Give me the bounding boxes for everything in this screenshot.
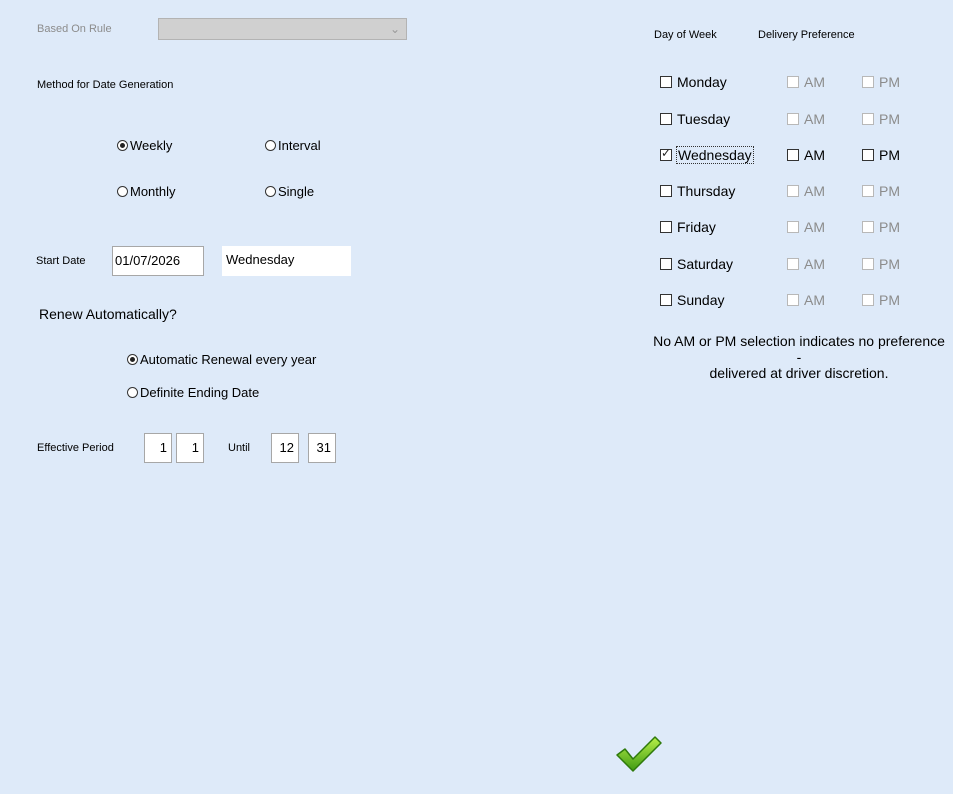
checkbox-icon (660, 221, 672, 233)
checkbox-icon (660, 76, 672, 88)
checkbox-icon (787, 113, 799, 125)
effective-period-label: Effective Period (37, 442, 114, 454)
checkbox-icon (660, 294, 672, 306)
based-on-rule-label: Based On Rule (37, 23, 112, 35)
saturday-am-checkbox: AM (787, 256, 825, 272)
sunday-checkbox[interactable]: Sunday (660, 292, 724, 308)
radio-selected-icon (117, 140, 128, 151)
based-on-rule-dropdown[interactable]: ⌄ (158, 18, 407, 40)
chevron-down-icon: ⌄ (389, 22, 400, 36)
interval-radio[interactable]: Interval (265, 138, 321, 153)
checkbox-icon (862, 258, 874, 270)
wednesday-pm-checkbox[interactable]: PM (862, 147, 900, 163)
monday-pm-checkbox: PM (862, 74, 900, 90)
saturday-pm-checkbox: PM (862, 256, 900, 272)
friday-am-checkbox: AM (787, 219, 825, 235)
saturday-checkbox[interactable]: Saturday (660, 256, 733, 272)
monday-checkbox[interactable]: Monday (660, 74, 727, 90)
start-weekday-display: Wednesday (222, 246, 351, 276)
friday-checkbox[interactable]: Friday (660, 219, 716, 235)
start-date-input[interactable]: 01/07/2026 (112, 246, 204, 276)
renew-label: Renew Automatically? (39, 306, 177, 322)
friday-pm-checkbox: PM (862, 219, 900, 235)
confirm-button[interactable] (615, 735, 663, 773)
checkbox-icon (862, 76, 874, 88)
green-checkmark-icon (616, 736, 662, 772)
monday-am-checkbox: AM (787, 74, 825, 90)
checkbox-icon (787, 185, 799, 197)
wednesday-am-checkbox[interactable]: AM (787, 147, 825, 163)
tuesday-checkbox[interactable]: Tuesday (660, 111, 730, 127)
checkbox-checked-icon (660, 146, 672, 161)
wednesday-checkbox[interactable]: Wednesday (660, 146, 754, 164)
day-of-week-header: Day of Week (654, 29, 717, 41)
checkbox-icon (660, 113, 672, 125)
checkbox-icon (862, 113, 874, 125)
thursday-checkbox[interactable]: Thursday (660, 183, 735, 199)
radio-icon (265, 186, 276, 197)
to-day-input[interactable]: 31 (308, 433, 336, 463)
sunday-pm-checkbox: PM (862, 292, 900, 308)
until-label: Until (228, 442, 251, 454)
single-radio[interactable]: Single (265, 184, 314, 199)
automatic-renewal-radio[interactable]: Automatic Renewal every year (127, 352, 316, 367)
tuesday-pm-checkbox: PM (862, 111, 900, 127)
sunday-am-checkbox: AM (787, 292, 825, 308)
checkbox-icon (660, 258, 672, 270)
checkbox-icon (787, 258, 799, 270)
radio-selected-icon (127, 354, 138, 365)
definite-ending-date-radio[interactable]: Definite Ending Date (127, 385, 259, 400)
checkbox-icon (862, 185, 874, 197)
preference-note: No AM or PM selection indicates no prefe… (653, 333, 945, 381)
delivery-preference-header: Delivery Preference (758, 29, 855, 41)
radio-icon (127, 387, 138, 398)
tuesday-am-checkbox: AM (787, 111, 825, 127)
radio-icon (117, 186, 128, 197)
weekly-radio[interactable]: Weekly (117, 138, 172, 153)
checkbox-icon (787, 76, 799, 88)
from-day-input[interactable]: 1 (176, 433, 204, 463)
from-month-input[interactable]: 1 (144, 433, 172, 463)
start-date-label: Start Date (36, 255, 86, 267)
checkbox-icon (787, 294, 799, 306)
checkbox-icon (862, 294, 874, 306)
checkbox-icon (660, 185, 672, 197)
thursday-pm-checkbox: PM (862, 183, 900, 199)
checkbox-icon (862, 149, 874, 161)
checkbox-icon (862, 221, 874, 233)
radio-icon (265, 140, 276, 151)
to-month-input[interactable]: 12 (271, 433, 299, 463)
method-label: Method for Date Generation (37, 79, 174, 91)
thursday-am-checkbox: AM (787, 183, 825, 199)
monthly-radio[interactable]: Monthly (117, 184, 176, 199)
checkbox-icon (787, 221, 799, 233)
checkbox-icon (787, 149, 799, 161)
